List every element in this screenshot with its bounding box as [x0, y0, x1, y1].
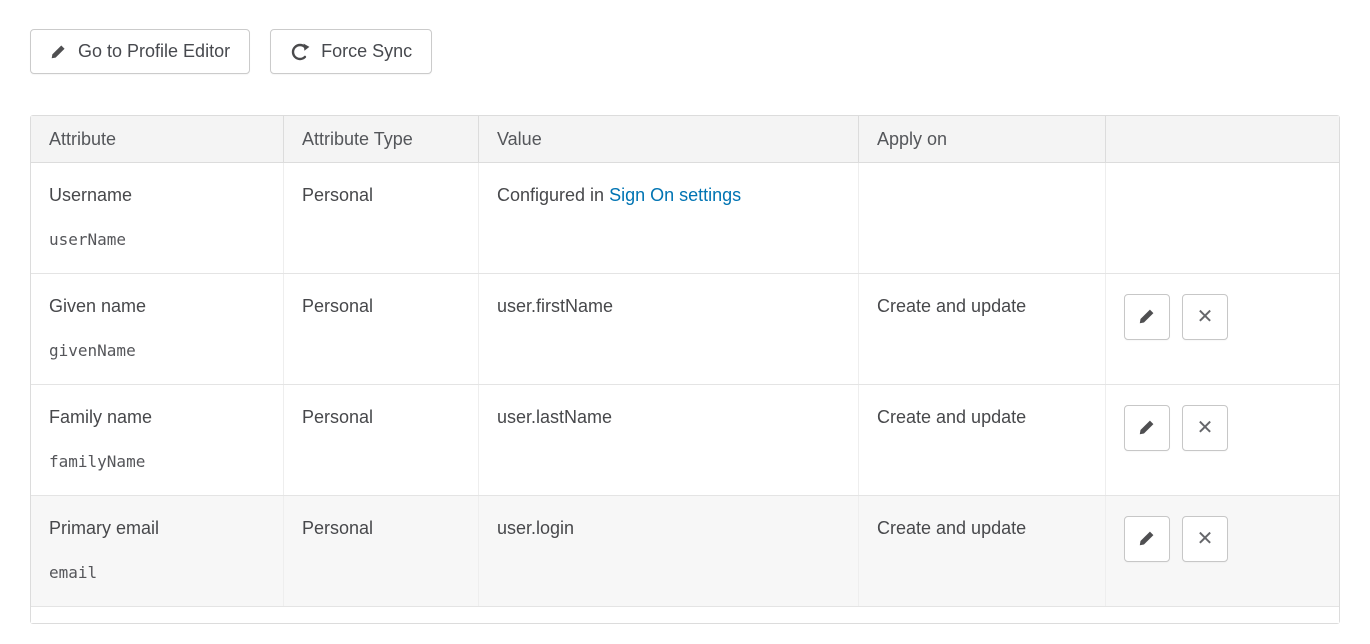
apply-on-cell: Create and update — [859, 496, 1106, 606]
go-to-profile-editor-button[interactable]: Go to Profile Editor — [30, 29, 250, 74]
actions-cell: ✕ — [1106, 385, 1339, 495]
value-text: Configured in — [497, 185, 609, 205]
attribute-code: givenName — [49, 341, 265, 360]
sign-on-settings-link[interactable]: Sign On settings — [609, 185, 741, 205]
attribute-mapping-table: Attribute Attribute Type Value Apply on … — [30, 115, 1340, 624]
edit-mapping-button[interactable] — [1124, 405, 1170, 451]
delete-mapping-button[interactable]: ✕ — [1182, 294, 1228, 340]
pencil-icon — [1138, 307, 1156, 328]
pencil-icon — [1138, 529, 1156, 550]
pencil-icon — [50, 43, 67, 60]
table-row: Primary email email Personal user.login … — [31, 496, 1339, 607]
go-to-profile-editor-label: Go to Profile Editor — [78, 41, 230, 62]
column-header-apply-on: Apply on — [859, 116, 1106, 162]
column-header-value: Value — [479, 116, 859, 162]
attribute-cell: Given name givenName — [31, 274, 284, 384]
force-sync-label: Force Sync — [321, 41, 412, 62]
actions-cell — [1106, 163, 1339, 273]
attribute-type-cell: Personal — [284, 496, 479, 606]
force-sync-button[interactable]: Force Sync — [270, 29, 432, 74]
close-icon: ✕ — [1197, 418, 1214, 438]
attribute-cell: Family name familyName — [31, 385, 284, 495]
value-cell: user.login — [479, 496, 859, 606]
actions-cell: ✕ — [1106, 496, 1339, 606]
attribute-code: familyName — [49, 452, 265, 471]
apply-on-cell — [859, 163, 1106, 273]
close-icon: ✕ — [1197, 529, 1214, 549]
column-header-attribute-type: Attribute Type — [284, 116, 479, 162]
attribute-label: Username — [49, 185, 265, 206]
actions-cell: ✕ — [1106, 274, 1339, 384]
delete-mapping-button[interactable]: ✕ — [1182, 405, 1228, 451]
attribute-label: Family name — [49, 407, 265, 428]
refresh-icon — [290, 42, 310, 62]
table-row: Username userName Personal Configured in… — [31, 163, 1339, 274]
pencil-icon — [1138, 418, 1156, 439]
attribute-type-cell: Personal — [284, 163, 479, 273]
table-footer-strip — [31, 607, 1339, 623]
attribute-code: email — [49, 563, 265, 582]
apply-on-cell: Create and update — [859, 385, 1106, 495]
edit-mapping-button[interactable] — [1124, 516, 1170, 562]
delete-mapping-button[interactable]: ✕ — [1182, 516, 1228, 562]
attribute-label: Given name — [49, 296, 265, 317]
value-cell: user.firstName — [479, 274, 859, 384]
attribute-cell: Username userName — [31, 163, 284, 273]
attribute-type-cell: Personal — [284, 385, 479, 495]
table-header-row: Attribute Attribute Type Value Apply on — [31, 116, 1339, 163]
toolbar: Go to Profile Editor Force Sync — [0, 0, 1370, 74]
attribute-type-cell: Personal — [284, 274, 479, 384]
apply-on-cell: Create and update — [859, 274, 1106, 384]
value-cell: user.lastName — [479, 385, 859, 495]
column-header-actions — [1106, 116, 1339, 162]
column-header-attribute: Attribute — [31, 116, 284, 162]
attribute-code: userName — [49, 230, 265, 249]
attribute-cell: Primary email email — [31, 496, 284, 606]
table-row: Family name familyName Personal user.las… — [31, 385, 1339, 496]
table-row: Given name givenName Personal user.first… — [31, 274, 1339, 385]
edit-mapping-button[interactable] — [1124, 294, 1170, 340]
close-icon: ✕ — [1197, 307, 1214, 327]
value-cell: Configured in Sign On settings — [479, 163, 859, 273]
attribute-label: Primary email — [49, 518, 265, 539]
